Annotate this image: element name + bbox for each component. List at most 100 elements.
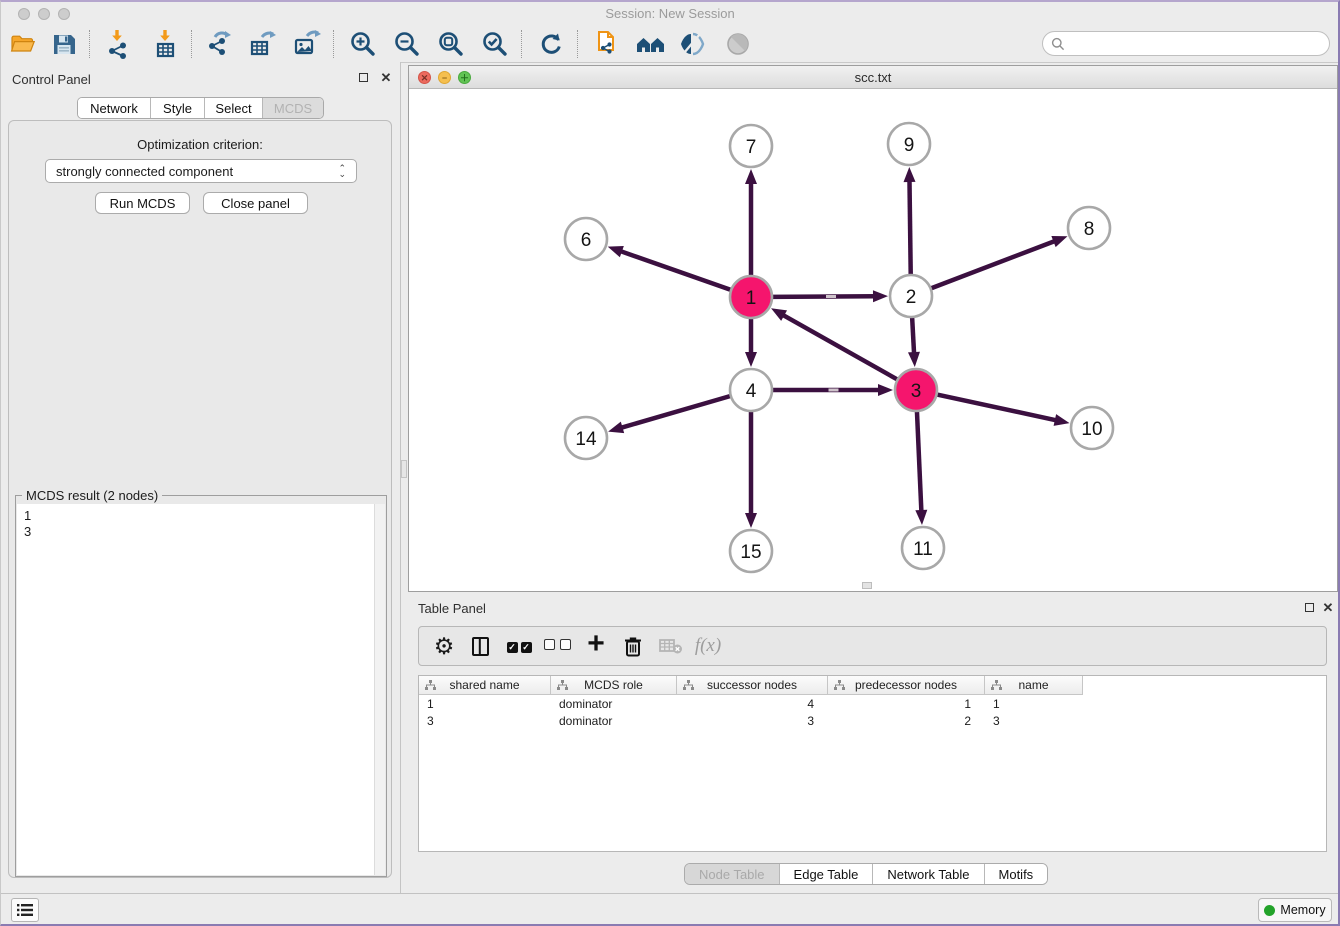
mcds-result-area[interactable]: 13 <box>17 504 385 875</box>
graph-edge[interactable] <box>931 241 1056 289</box>
table-row[interactable]: 1dominator411 <box>419 695 1326 712</box>
gear-icon: ⚙ <box>434 633 455 660</box>
graph-edge[interactable] <box>917 411 921 512</box>
export-table-button[interactable] <box>244 28 282 60</box>
table-cell[interactable]: 3 <box>419 714 551 728</box>
table-cell[interactable]: 3 <box>985 714 1083 728</box>
column-header-successor-nodes[interactable]: successor nodes <box>677 676 828 695</box>
clone-network-icon <box>593 29 621 59</box>
network-graph[interactable]: 1234678910111415 <box>409 89 1337 591</box>
select-all-button[interactable]: ✓✓ <box>502 627 536 665</box>
open-session-button[interactable] <box>4 28 42 60</box>
close-panel-button[interactable]: Close panel <box>203 192 308 214</box>
status-bar: Memory <box>0 893 1340 926</box>
table-row[interactable]: 3dominator323 <box>419 712 1326 729</box>
graph-edge[interactable] <box>937 394 1057 420</box>
graph-edge-arrow <box>915 510 927 525</box>
graph-node-label: 9 <box>904 135 915 156</box>
graph-edge-arrow <box>878 384 893 396</box>
control-panel-title: Control Panel <box>12 72 91 87</box>
network-window-titlebar[interactable]: ✕ − ＋ scc.txt <box>409 66 1337 89</box>
column-type-icon <box>683 680 694 691</box>
float-table-panel-icon[interactable] <box>1303 602 1315 614</box>
graph-edge[interactable] <box>782 315 897 380</box>
run-mcds-button[interactable]: Run MCDS <box>95 192 190 214</box>
table-cell[interactable]: 3 <box>677 714 828 728</box>
table-cell[interactable]: dominator <box>551 714 677 728</box>
tab-node-table[interactable]: Node Table <box>685 864 780 884</box>
graph-edge[interactable] <box>772 296 875 297</box>
column-header-MCDS-role[interactable]: MCDS role <box>551 676 677 695</box>
column-chooser-icon <box>472 637 489 656</box>
zoom-in-button[interactable] <box>344 28 382 60</box>
tab-edge-table[interactable]: Edge Table <box>780 864 874 884</box>
tab-style[interactable]: Style <box>151 98 205 118</box>
graph-node-label: 3 <box>911 381 922 402</box>
import-network-button[interactable] <box>99 28 137 60</box>
zoom-selected-button[interactable] <box>476 28 514 60</box>
graphics-details-button[interactable] <box>674 28 712 60</box>
graph-edge-arrow <box>745 352 757 367</box>
trash-icon <box>623 635 643 658</box>
mcds-result-title: MCDS result (2 nodes) <box>22 488 162 503</box>
first-neighbors-button[interactable] <box>632 28 670 60</box>
float-panel-icon[interactable] <box>357 72 369 84</box>
column-chooser-button[interactable] <box>463 627 497 665</box>
graph-edge-label <box>826 295 836 298</box>
column-header-predecessor-nodes[interactable]: predecessor nodes <box>828 676 985 695</box>
clone-network-button[interactable] <box>588 28 626 60</box>
graph-edge-arrow <box>608 422 624 434</box>
tab-select[interactable]: Select <box>205 98 263 118</box>
delete-table-button[interactable] <box>654 627 688 665</box>
overview-button[interactable] <box>719 28 757 60</box>
criterion-dropdown[interactable]: strongly connected component ⌃⌄ <box>45 159 357 183</box>
export-network-button[interactable] <box>201 28 239 60</box>
result-scrollbar[interactable] <box>374 504 385 875</box>
table-cell[interactable]: 1 <box>419 697 551 711</box>
table-cell[interactable]: 1 <box>985 697 1083 711</box>
zoom-fit-button[interactable] <box>432 28 470 60</box>
graph-edge[interactable] <box>620 251 731 290</box>
network-window-title: scc.txt <box>409 70 1337 85</box>
function-builder-button[interactable]: f(x) <box>691 627 725 665</box>
export-image-button[interactable] <box>288 28 326 60</box>
unselect-all-button[interactable] <box>540 627 574 665</box>
tab-mcds[interactable]: MCDS <box>263 98 323 118</box>
add-column-button[interactable]: + <box>579 627 613 665</box>
zoom-out-button[interactable] <box>388 28 426 60</box>
column-header-name[interactable]: name <box>985 676 1083 695</box>
graph-edge-arrow <box>745 513 757 528</box>
tab-motifs[interactable]: Motifs <box>985 864 1048 884</box>
import-table-button[interactable] <box>147 28 185 60</box>
save-session-button[interactable] <box>45 28 83 60</box>
graph-edge-arrow <box>771 308 787 321</box>
delete-columns-button[interactable] <box>616 627 650 665</box>
memory-button[interactable]: Memory <box>1258 898 1332 922</box>
graph-node-label: 11 <box>913 539 933 560</box>
table-cell[interactable]: 2 <box>828 714 985 728</box>
search-input[interactable] <box>1065 35 1329 52</box>
graph-edge[interactable] <box>909 180 910 275</box>
table-options-button[interactable]: ⚙ <box>427 627 461 665</box>
table-cell[interactable]: 1 <box>828 697 985 711</box>
import-table-icon <box>152 29 180 59</box>
memory-status-icon <box>1264 905 1275 916</box>
graph-edge-label <box>829 389 839 392</box>
task-history-button[interactable] <box>11 898 39 922</box>
close-table-panel-icon[interactable]: ✕ <box>1322 602 1334 614</box>
column-header-shared-name[interactable]: shared name <box>419 676 551 695</box>
graph-edge[interactable] <box>621 396 731 428</box>
close-panel-icon[interactable]: ✕ <box>380 72 392 84</box>
splitter-handle[interactable] <box>862 582 872 589</box>
splitter-handle[interactable] <box>401 460 407 478</box>
graph-edge[interactable] <box>912 317 914 354</box>
table-cell[interactable]: dominator <box>551 697 677 711</box>
tab-network-table[interactable]: Network Table <box>873 864 984 884</box>
refresh-network-button[interactable] <box>532 28 570 60</box>
table-toolbar: ⚙ ✓✓ + f(x) <box>418 626 1327 666</box>
graph-edge-arrow <box>908 352 920 367</box>
control-panel-tabs: Network Style Select MCDS <box>77 97 324 119</box>
graph-edge-arrow <box>1054 414 1070 426</box>
table-cell[interactable]: 4 <box>677 697 828 711</box>
tab-network[interactable]: Network <box>78 98 151 118</box>
